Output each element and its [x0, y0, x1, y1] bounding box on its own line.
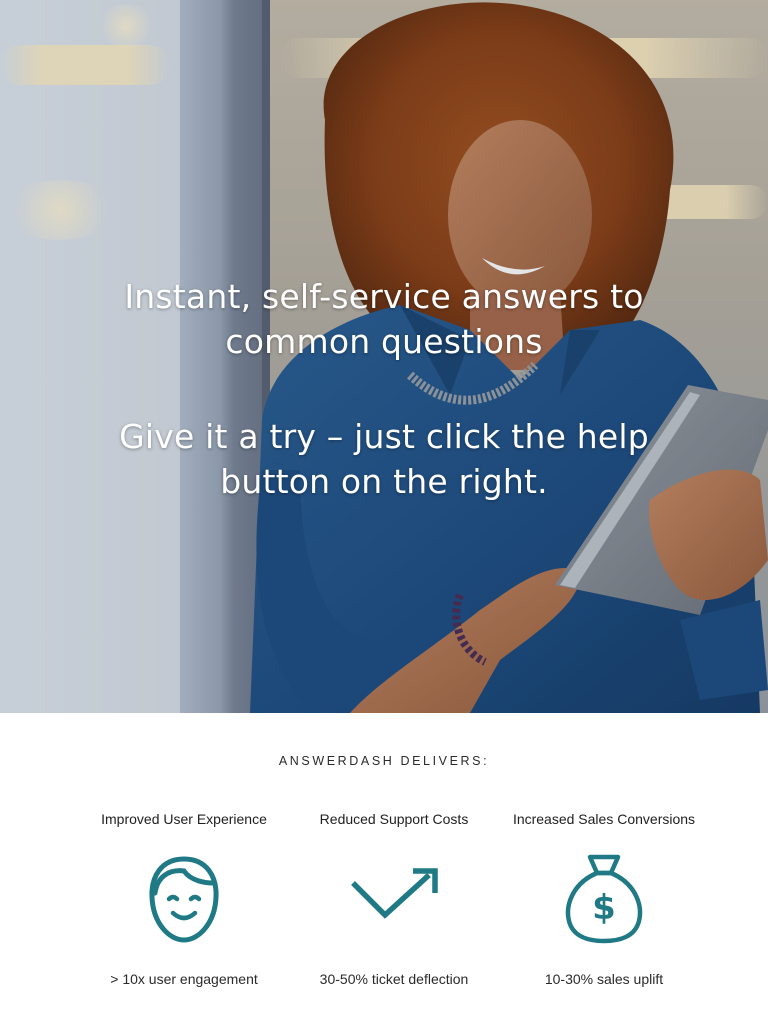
svg-text:$: $: [592, 888, 616, 928]
feature-stat: 30-50% ticket deflection: [319, 971, 469, 987]
section-title: ANSWERDASH DELIVERS:: [278, 754, 490, 768]
hero-banner: Instant, self-service answers to common …: [0, 0, 768, 713]
feature-title: Increased Sales Conversions: [512, 811, 696, 827]
feature-user-experience: Improved User Experience > 10x user enga…: [74, 811, 294, 987]
smiling-face-icon: [149, 856, 219, 943]
feature-support-costs: Reduced Support Costs 30-50% ticket defl…: [284, 811, 504, 987]
down-up-arrow-icon: [351, 868, 438, 919]
feature-title: Reduced Support Costs: [319, 811, 469, 827]
feature-sales-conversions: Increased Sales Conversions $ 10-30% sal…: [494, 811, 714, 987]
feature-title: Improved User Experience: [101, 811, 267, 827]
hero-headline: Instant, self-service answers to common …: [124, 277, 644, 361]
money-bag-icon: $: [565, 854, 643, 944]
feature-stat: 10-30% sales uplift: [544, 971, 664, 987]
features-section: ANSWERDASH DELIVERS: Improved User Exper…: [0, 713, 768, 1024]
hero-subheadline: Give it a try – just click the help butt…: [119, 417, 649, 501]
feature-stat: > 10x user engagement: [110, 971, 258, 987]
